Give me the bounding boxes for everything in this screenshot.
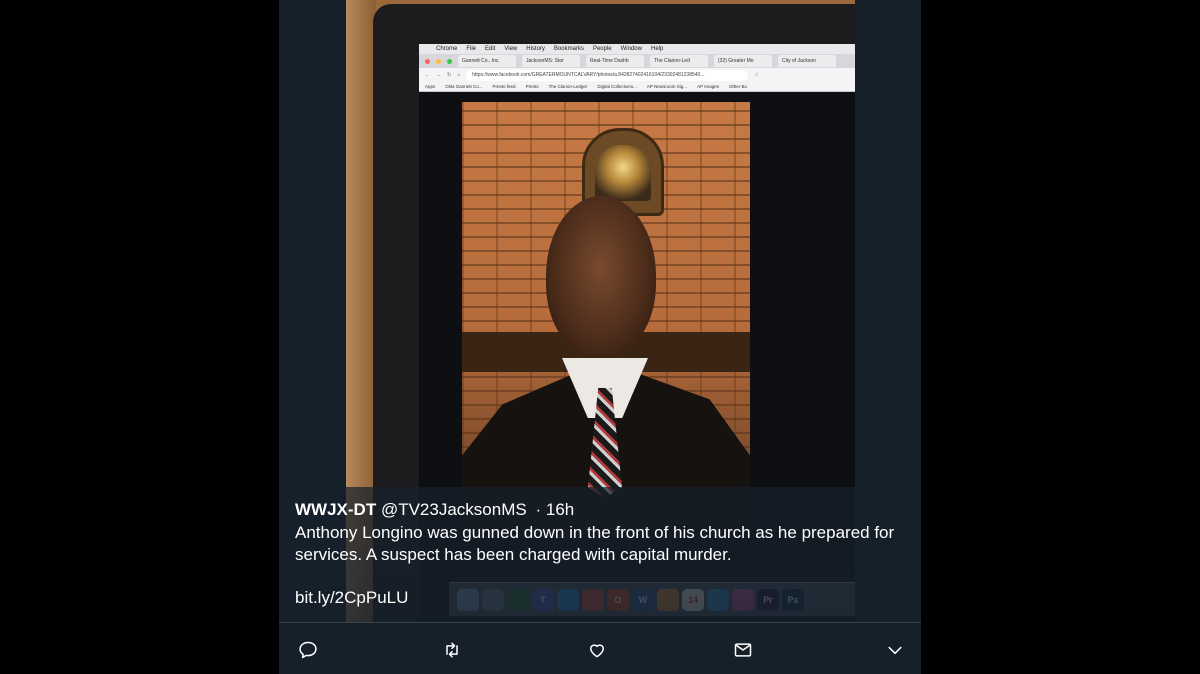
bookmark-item: Okla Gannett Co...	[445, 84, 483, 89]
bookmarks-bar: Apps Okla Gannett Co... Presto feed Pres…	[419, 82, 855, 92]
candle-painting	[595, 145, 651, 201]
reply-icon	[299, 641, 317, 659]
tweet-panel: Chrome File Edit View History Bookmarks …	[279, 0, 921, 674]
browser-tab: JacksonMS: Stor	[522, 55, 580, 67]
menu-item: Chrome	[436, 46, 458, 52]
browser-tab: (32) Greater Mo	[714, 55, 772, 67]
menu-item: People	[592, 46, 612, 52]
browser-tabs: Gannett Co., Inc. JacksonMS: Stor Real-T…	[419, 54, 855, 68]
display-name[interactable]: WWJX-DT	[295, 500, 376, 519]
bookmark-item: Other Bo	[729, 84, 748, 89]
browser-tab: Real-Time Dashb	[586, 55, 644, 67]
tweet-actions-bar	[279, 623, 921, 674]
menu-item: File	[466, 46, 477, 52]
bookmark-item: AP Newsroom Sig...	[646, 84, 688, 89]
man-portrait	[546, 196, 656, 356]
bookmark-item: Presto	[525, 84, 539, 89]
browser-tab: City of Jackson	[778, 55, 836, 67]
heart-icon	[590, 644, 604, 658]
zoom-window-dot	[447, 58, 452, 64]
tweet-link[interactable]: bit.ly/2CpPuLU	[295, 588, 408, 608]
mac-menubar: Chrome File Edit View History Bookmarks …	[419, 44, 855, 54]
minimize-window-dot	[436, 58, 441, 64]
envelope-icon	[734, 643, 752, 657]
bookmark-item: The Clarion-Ledger	[548, 84, 588, 89]
direct-message-button[interactable]	[732, 639, 754, 661]
browser-tab: The Clarion-Led	[650, 55, 708, 67]
forward-arrow-icon: →	[436, 72, 441, 78]
retweet-icon	[446, 642, 458, 658]
more-options-button[interactable]	[884, 639, 906, 661]
user-handle[interactable]: @TV23JacksonMS	[381, 500, 527, 519]
like-button[interactable]	[586, 639, 608, 661]
chevron-down-icon	[888, 646, 902, 655]
menu-item: Edit	[485, 46, 496, 52]
menu-item: View	[504, 46, 518, 52]
browser-address-bar: ← → ↻ ⌂ https://www.facebook.com/GREATER…	[419, 68, 855, 82]
facebook-video-frame	[462, 102, 750, 532]
tweet-timestamp[interactable]: 16h	[546, 500, 574, 519]
menu-item: Bookmarks	[553, 46, 584, 52]
menu-item: History	[526, 46, 545, 52]
star-icon: ☆	[754, 72, 759, 78]
bookmark-item: AP Images	[697, 84, 719, 89]
separator-dot: ·	[535, 500, 542, 519]
menu-item: Window	[620, 46, 642, 52]
back-arrow-icon: ←	[425, 72, 430, 78]
retweet-button[interactable]	[441, 639, 463, 661]
menu-item: Help	[650, 46, 664, 52]
reply-button[interactable]	[297, 639, 319, 661]
close-window-dot	[425, 58, 430, 64]
tweet-body-text: Anthony Longino was gunned down in the f…	[295, 523, 895, 564]
browser-tab: Gannett Co., Inc.	[458, 55, 516, 67]
tweet-header: WWJX-DT @TV23JacksonMS · 16h	[295, 500, 574, 520]
bookmark-item: Apps	[425, 84, 436, 89]
url-field: https://www.facebook.com/GREATERMOUNTCAL…	[466, 69, 749, 81]
home-icon: ⌂	[457, 72, 461, 78]
bookmark-item: Presto feed	[492, 84, 516, 89]
bookmark-item: Digital Collections...	[597, 84, 637, 89]
reload-icon: ↻	[447, 72, 452, 78]
